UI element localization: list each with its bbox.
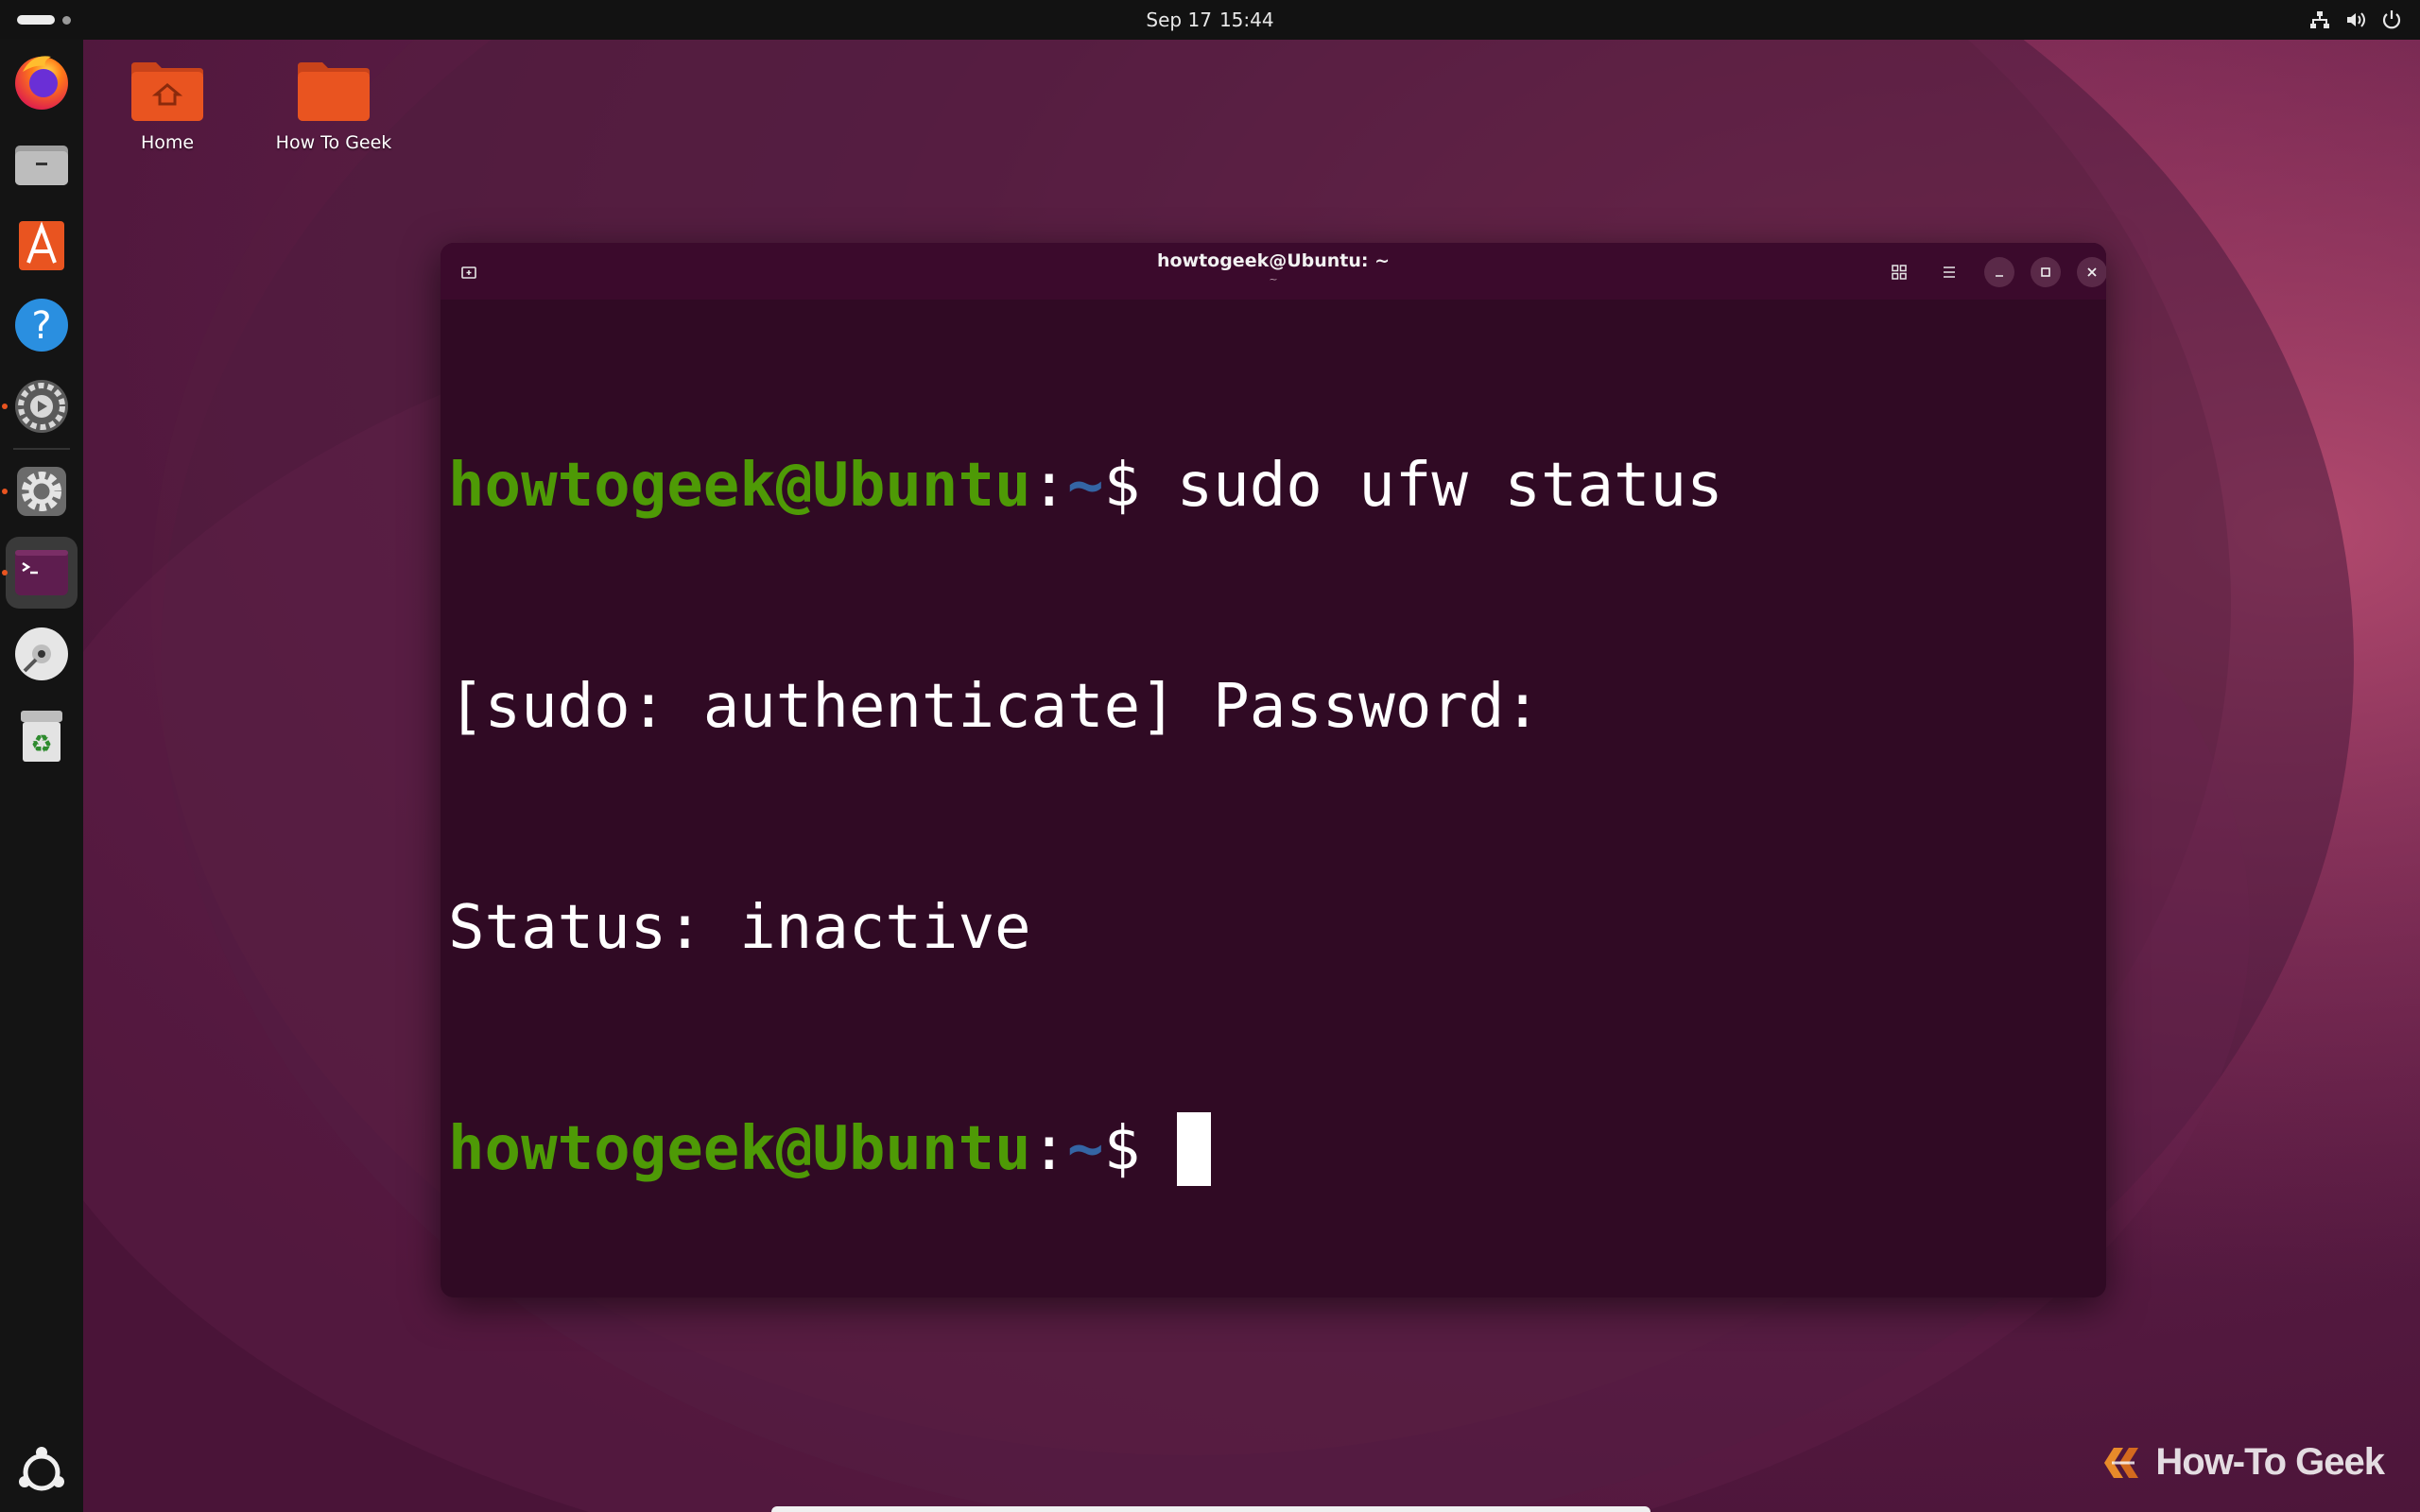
prompt-dollar: $ xyxy=(1103,1114,1177,1184)
prompt-separator: : xyxy=(1030,1114,1068,1184)
clock-date: Sep 17 xyxy=(1146,9,1212,31)
desktop-icon-label: Home xyxy=(140,132,195,153)
network-icon[interactable] xyxy=(2308,9,2331,31)
grid-icon xyxy=(1892,265,1907,280)
clock-time: 15:44 xyxy=(1219,9,1274,31)
help-icon: ? xyxy=(15,299,68,352)
trash-icon: ♻ xyxy=(21,711,62,762)
running-indicator xyxy=(2,404,8,409)
terminal-output[interactable]: howtogeek@Ubuntu:~$ sudo ufw status [sud… xyxy=(448,301,2099,1297)
terminal-line: Status: inactive xyxy=(448,891,2099,965)
dock-separator xyxy=(13,448,70,450)
minimize-icon xyxy=(1996,275,2003,277)
desktop-icon-how-to-geek[interactable]: How To Geek xyxy=(258,59,409,153)
dock-files[interactable] xyxy=(6,127,78,198)
home-folder-icon xyxy=(131,62,203,121)
close-button[interactable] xyxy=(2077,257,2106,287)
close-icon xyxy=(2087,267,2097,277)
terminal-titlebar[interactable]: howtogeek@Ubuntu: ~ ~ xyxy=(441,243,2106,300)
watermark-text: How-To Geek xyxy=(2155,1441,2385,1483)
app-center-icon xyxy=(19,221,64,270)
prompt-user: howtogeek@Ubuntu xyxy=(448,1114,1031,1184)
dock-show-apps[interactable] xyxy=(6,1436,78,1508)
how-to-geek-watermark: How-To Geek xyxy=(2099,1441,2385,1484)
prompt-path: ~ xyxy=(1067,1114,1104,1184)
terminal-line: [sudo: authenticate] Password: xyxy=(448,670,2099,744)
maximize-icon xyxy=(2041,267,2050,277)
folder-icon xyxy=(298,62,370,121)
desktop-icon-home[interactable]: Home xyxy=(92,59,243,153)
text-cursor xyxy=(1176,1112,1211,1186)
prompt-user: howtogeek@Ubuntu xyxy=(448,451,1031,521)
svg-text:?: ? xyxy=(31,304,51,348)
dock-trash[interactable]: ♻ xyxy=(6,699,78,771)
terminal-line: howtogeek@Ubuntu:~$ xyxy=(448,1112,2099,1186)
dock-settings[interactable] xyxy=(6,455,78,527)
dock-firefox[interactable] xyxy=(6,45,78,117)
terminal-icon xyxy=(15,550,68,595)
output-text: [sudo: authenticate] Password: xyxy=(448,672,1541,742)
desktop-icon-label: How To Geek xyxy=(275,132,392,153)
folder-icon xyxy=(15,146,68,185)
clock[interactable]: Sep 17 15:44 xyxy=(0,0,2420,40)
window-subtitle: ~ xyxy=(1269,273,1278,285)
menu-button[interactable] xyxy=(1934,257,1964,287)
ubuntu-logo-icon xyxy=(19,1447,64,1491)
minimize-button[interactable] xyxy=(1984,257,2014,287)
prompt-path: ~ xyxy=(1067,451,1104,521)
top-bar: Sep 17 15:44 xyxy=(0,0,2420,40)
firefox-icon xyxy=(15,56,68,110)
running-indicator xyxy=(2,570,8,576)
prompt-separator: : xyxy=(1030,451,1068,521)
terminal-line: howtogeek@Ubuntu:~$ sudo ufw status xyxy=(448,449,2099,523)
dock-software-updater[interactable] xyxy=(6,370,78,442)
window-title: howtogeek@Ubuntu: ~ xyxy=(1156,250,1391,271)
command-text: sudo ufw status xyxy=(1176,451,1723,521)
output-text: Status: inactive xyxy=(448,893,1031,963)
terminal-window[interactable]: howtogeek@Ubuntu: ~ ~ howtogeek@Ubuntu:~… xyxy=(441,243,2106,1297)
updater-icon xyxy=(15,380,68,433)
dock-disc[interactable] xyxy=(6,618,78,690)
tab-overview-button[interactable] xyxy=(1884,257,1914,287)
dock-app-center[interactable] xyxy=(6,208,78,280)
dock-help[interactable]: ? xyxy=(6,289,78,361)
dock: ? ♻ xyxy=(0,40,83,1512)
svg-text:♻: ♻ xyxy=(30,730,52,759)
window-preview-bar xyxy=(771,1506,1651,1512)
how-to-geek-logo-icon xyxy=(2104,1447,2139,1478)
running-indicator xyxy=(2,489,8,494)
volume-icon[interactable] xyxy=(2344,9,2367,31)
disc-icon xyxy=(15,627,68,680)
hamburger-menu-icon xyxy=(1944,266,1955,278)
prompt-dollar: $ xyxy=(1103,451,1177,521)
system-tray[interactable] xyxy=(2308,9,2403,31)
dock-terminal[interactable] xyxy=(6,537,78,609)
gear-icon xyxy=(17,467,66,516)
maximize-button[interactable] xyxy=(2031,257,2061,287)
power-icon[interactable] xyxy=(2380,9,2403,31)
